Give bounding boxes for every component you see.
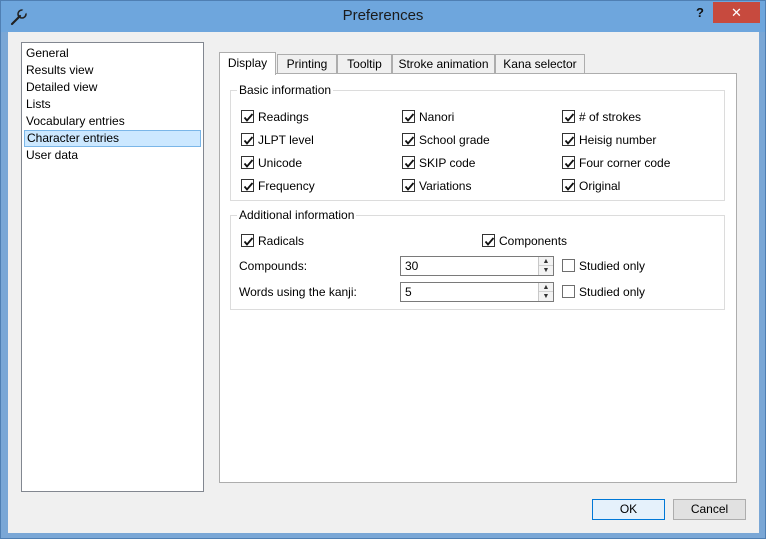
- basic-information-group: Basic information Readings Nanori # of s…: [230, 83, 725, 201]
- nanori-checkbox[interactable]: Nanori: [402, 109, 454, 125]
- components-label: Components: [499, 234, 568, 248]
- title-bar[interactable]: Preferences ? ✕: [1, 1, 765, 32]
- compounds-input[interactable]: [401, 257, 537, 275]
- four-corner-code-checkbox[interactable]: Four corner code: [562, 155, 670, 171]
- preferences-window: Preferences ? ✕ General Results view Det…: [0, 0, 766, 539]
- checkbox-icon: [241, 179, 254, 192]
- jlpt-level-checkbox[interactable]: JLPT level: [241, 132, 314, 148]
- ok-button[interactable]: OK: [592, 499, 665, 520]
- variations-checkbox[interactable]: Variations: [402, 178, 471, 194]
- checkbox-icon: [402, 179, 415, 192]
- words-studied-only-label: Studied only: [579, 285, 646, 299]
- cancel-button[interactable]: Cancel: [673, 499, 746, 520]
- stroke-count-label: # of strokes: [579, 110, 642, 124]
- original-checkbox[interactable]: Original: [562, 178, 620, 194]
- checkbox-icon: [241, 156, 254, 169]
- four-corner-code-label: Four corner code: [579, 156, 671, 170]
- checkbox-icon: [562, 285, 575, 298]
- compounds-studied-only-checkbox[interactable]: Studied only: [562, 258, 645, 274]
- tab-tooltip[interactable]: Tooltip: [337, 54, 392, 74]
- components-checkbox[interactable]: Components: [482, 233, 567, 249]
- checkbox-icon: [402, 156, 415, 169]
- spin-up-icon[interactable]: ▲: [539, 283, 553, 292]
- display-tab-panel: Basic information Readings Nanori # of s…: [219, 73, 737, 483]
- school-grade-checkbox[interactable]: School grade: [402, 132, 490, 148]
- tab-bar: Display Printing Tooltip Stroke animatio…: [219, 52, 739, 75]
- original-label: Original: [579, 179, 621, 193]
- category-list[interactable]: General Results view Detailed view Lists…: [21, 42, 204, 492]
- unicode-label: Unicode: [258, 156, 303, 170]
- skip-code-checkbox[interactable]: SKIP code: [402, 155, 475, 171]
- words-studied-only-checkbox[interactable]: Studied only: [562, 284, 645, 300]
- nanori-label: Nanori: [419, 110, 455, 124]
- checkbox-icon: [562, 179, 575, 192]
- stroke-count-checkbox[interactable]: # of strokes: [562, 109, 641, 125]
- window-title: Preferences: [342, 7, 424, 24]
- compounds-spinbox[interactable]: ▲ ▼: [400, 256, 554, 276]
- close-button[interactable]: ✕: [713, 2, 760, 23]
- heisig-number-label: Heisig number: [579, 133, 657, 147]
- compounds-studied-only-label: Studied only: [579, 259, 646, 273]
- checkbox-icon: [241, 234, 254, 247]
- checkbox-icon: [562, 259, 575, 272]
- variations-label: Variations: [419, 179, 472, 193]
- checkbox-icon: [241, 110, 254, 123]
- skip-code-label: SKIP code: [419, 156, 476, 170]
- spin-down-icon[interactable]: ▼: [539, 266, 553, 275]
- readings-checkbox[interactable]: Readings: [241, 109, 309, 125]
- additional-information-group: Additional information Radicals Componen…: [230, 208, 725, 310]
- compounds-label: Compounds:: [239, 259, 308, 273]
- checkbox-icon: [562, 133, 575, 146]
- tab-stroke-animation[interactable]: Stroke animation: [392, 54, 495, 74]
- checkbox-icon: [241, 133, 254, 146]
- category-item-character-entries[interactable]: Character entries: [24, 130, 201, 147]
- category-item-general[interactable]: General: [24, 45, 201, 62]
- tab-printing[interactable]: Printing: [277, 54, 337, 74]
- category-item-user-data[interactable]: User data: [24, 147, 201, 164]
- checkbox-icon: [482, 234, 495, 247]
- frequency-label: Frequency: [258, 179, 315, 193]
- words-using-kanji-spinbox[interactable]: ▲ ▼: [400, 282, 554, 302]
- words-using-kanji-input[interactable]: [401, 283, 537, 301]
- heisig-number-checkbox[interactable]: Heisig number: [562, 132, 656, 148]
- dialog-body: General Results view Detailed view Lists…: [8, 32, 759, 533]
- checkbox-icon: [562, 110, 575, 123]
- spin-up-icon[interactable]: ▲: [539, 257, 553, 266]
- help-button[interactable]: ?: [689, 4, 711, 22]
- tab-kana-selector[interactable]: Kana selector: [495, 54, 585, 74]
- checkbox-icon: [562, 156, 575, 169]
- radicals-label: Radicals: [258, 234, 305, 248]
- frequency-checkbox[interactable]: Frequency: [241, 178, 315, 194]
- school-grade-label: School grade: [419, 133, 490, 147]
- words-spin-buttons: ▲ ▼: [538, 283, 553, 301]
- category-item-results-view[interactable]: Results view: [24, 62, 201, 79]
- radicals-checkbox[interactable]: Radicals: [241, 233, 304, 249]
- basic-information-title: Basic information: [237, 83, 334, 97]
- tab-display[interactable]: Display: [219, 52, 276, 75]
- category-item-vocabulary-entries[interactable]: Vocabulary entries: [24, 113, 201, 130]
- checkbox-icon: [402, 110, 415, 123]
- close-icon: ✕: [731, 5, 742, 20]
- category-item-detailed-view[interactable]: Detailed view: [24, 79, 201, 96]
- category-item-lists[interactable]: Lists: [24, 96, 201, 113]
- jlpt-level-label: JLPT level: [258, 133, 314, 147]
- spin-down-icon[interactable]: ▼: [539, 292, 553, 301]
- words-using-kanji-label: Words using the kanji:: [239, 285, 357, 299]
- additional-information-title: Additional information: [237, 208, 357, 222]
- unicode-checkbox[interactable]: Unicode: [241, 155, 302, 171]
- readings-label: Readings: [258, 110, 309, 124]
- compounds-spin-buttons: ▲ ▼: [538, 257, 553, 275]
- checkbox-icon: [402, 133, 415, 146]
